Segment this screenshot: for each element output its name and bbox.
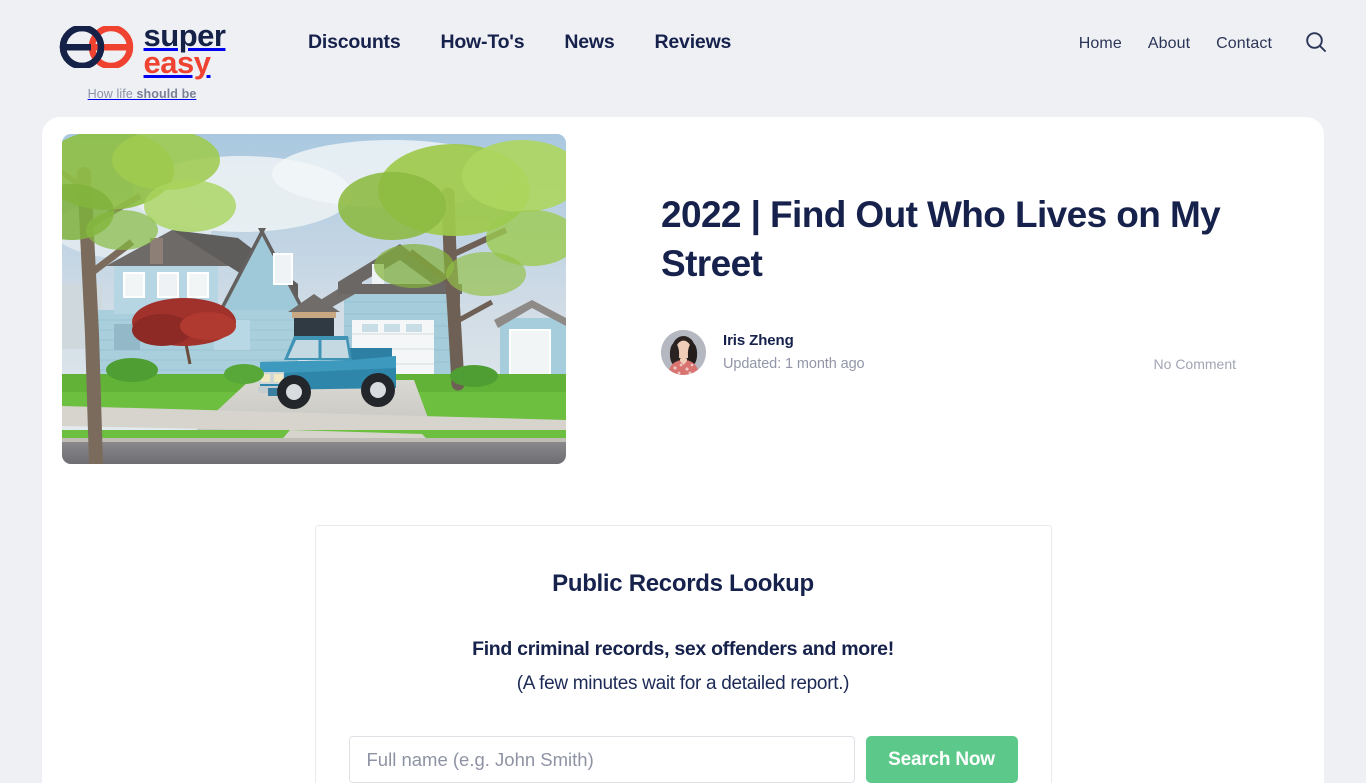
public-records-lookup-card: Public Records Lookup Find criminal reco… [314,525,1052,783]
search-now-button[interactable]: Search Now [865,736,1018,783]
nav-item-discounts[interactable]: Discounts [308,31,401,54]
nav-item-contact[interactable]: Contact [1216,35,1272,53]
byline-text: Iris Zheng Updated: 1 month ago [723,332,865,372]
article-title: 2022 | Find Out Who Lives on My Street [661,194,1221,284]
lookup-subtitle: Find criminal records, sex offenders and… [472,638,894,660]
lookup-section: Public Records Lookup Find criminal reco… [42,464,1324,783]
brand-tagline: How life should be [88,87,197,101]
nav-item-reviews[interactable]: Reviews [655,31,732,54]
article-header-region: 2022 | Find Out Who Lives on My Street I… [42,117,1324,464]
article-updated-date: Updated: 1 month ago [723,356,865,373]
utility-navigation: Home About Contact [1079,0,1328,117]
comment-count: No Comment [1153,355,1236,372]
nav-item-home[interactable]: Home [1079,35,1122,53]
tagline-bold: should be [136,86,197,101]
full-name-input[interactable] [348,736,855,783]
brand-row: super easy [59,20,226,81]
article-byline: Iris Zheng Updated: 1 month ago No Comme… [661,329,1258,375]
brand-logo-link[interactable]: super easy How life should be [42,0,242,101]
main-navigation: Discounts How-To's News Reviews [308,0,731,117]
lookup-title: Public Records Lookup [552,570,814,597]
brand-word-easy: easy [143,45,211,81]
nav-item-about[interactable]: About [1148,35,1190,53]
search-icon [1304,30,1328,57]
article-heading-block: 2022 | Find Out Who Lives on My Street I… [566,134,1304,464]
hero-illustration [62,134,566,464]
search-toggle-button[interactable] [1304,30,1328,57]
article-hero-image [62,134,566,464]
lookup-note: (A few minutes wait for a detailed repor… [516,673,850,694]
tagline-light: How life [87,86,137,101]
lookup-form: Search Now [348,736,1018,783]
author-avatar [661,329,706,375]
article-card: 2022 | Find Out Who Lives on My Street I… [42,117,1324,783]
brand-wordmark: super easy [143,20,226,81]
nav-item-how-tos[interactable]: How-To's [440,31,524,54]
nav-item-news[interactable]: News [564,31,614,54]
double-e-logo-icon [59,24,137,73]
site-header: super easy How life should be Discounts … [0,0,1366,117]
avatar-portrait [661,329,706,375]
author-name-link[interactable]: Iris Zheng [723,332,865,349]
